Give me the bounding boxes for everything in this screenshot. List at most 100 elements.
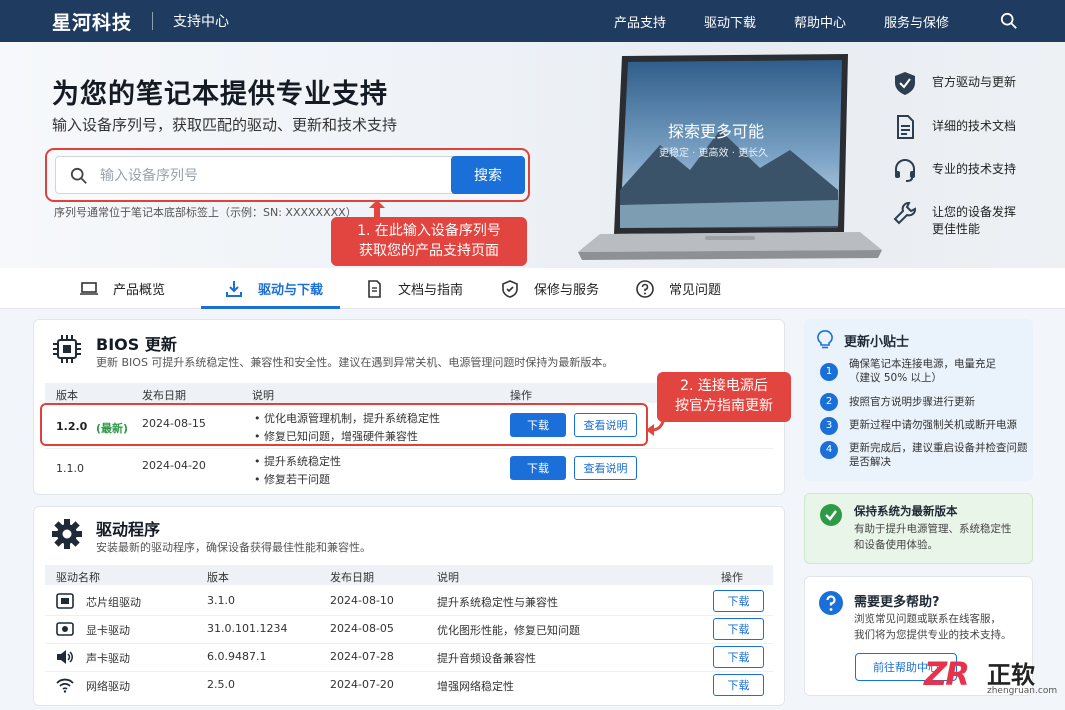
tab-label: 保修与服务 (534, 283, 600, 298)
tip-text: 按照官方说明步骤进行更新 (849, 396, 975, 408)
col-version: 版本 (207, 571, 229, 584)
bios-note-line: • 修复若干问题 (254, 473, 330, 486)
nav-driver-download[interactable]: 驱动下载 (704, 12, 756, 31)
bios-download-button[interactable]: 下载 (510, 456, 566, 480)
search-icon (70, 167, 87, 184)
tab-label: 产品概览 (113, 283, 166, 298)
tab-docs-guides[interactable]: 文档与指南 (364, 268, 463, 309)
driver-desc: 增强网络稳定性 (437, 680, 514, 693)
ok-title: 保持系统为最新版本 (854, 504, 958, 518)
serial-search-box (55, 156, 455, 194)
document-icon (897, 115, 914, 139)
driver-download-button[interactable]: 下载 (713, 674, 764, 696)
bios-title: BIOS 更新 (96, 335, 177, 354)
watermark-name: 正软 (987, 661, 1035, 689)
driver-version: 31.0.101.1234 (207, 622, 288, 635)
tip-text: 更新完成后，建议重启设备并检查问题 是否解决 (849, 441, 1039, 469)
tip-line: 是否解决 (849, 456, 891, 468)
main-nav: 产品支持 驱动下载 帮助中心 服务与保修 (614, 0, 987, 42)
tip-text: 更新过程中请勿强制关机或断开电源 (849, 419, 1017, 431)
shield-icon (502, 279, 518, 298)
tab-faq[interactable]: 常见问题 (635, 268, 721, 309)
row-divider (45, 671, 773, 672)
watermark-url: zhengruan.com (987, 686, 1058, 696)
col-driver-name: 驱动名称 (56, 571, 100, 584)
lightbulb-icon (817, 330, 833, 349)
check-circle-icon (820, 504, 842, 526)
tip-line: 更新完成后，建议重启设备并检查问题 (849, 442, 1028, 454)
nav-product-support[interactable]: 产品支持 (614, 12, 666, 31)
tip-line: 确保笔记本连接电源，电量充足 (849, 358, 996, 370)
serial-number-input[interactable] (100, 166, 440, 186)
laptop-screen-title: 探索更多可能 (668, 122, 765, 141)
row-divider (45, 448, 773, 449)
laptop-icon (80, 281, 98, 295)
stay-updated-panel: 保持系统为最新版本 有助于提升电源管理、系统稳定性 和设备使用体验。 (804, 493, 1033, 564)
bios-details-button[interactable]: 查看说明 (574, 456, 637, 480)
watermark-mark: ZR (924, 655, 970, 693)
tip-number: 3 (820, 417, 838, 435)
brand-logo[interactable]: 星河科技 (52, 8, 132, 35)
top-navigation-bar: 星河科技 支持中心 产品支持 驱动下载 帮助中心 服务与保修 (0, 0, 1065, 42)
driver-date: 2024-08-05 (330, 622, 394, 635)
hero-subtitle: 输入设备序列号，获取匹配的驱动、更新和技术支持 (52, 116, 398, 134)
tab-warranty-service[interactable]: 保修与服务 (500, 268, 599, 309)
ok-line: 和设备使用体验。 (854, 539, 938, 551)
search-button[interactable]: 搜索 (451, 156, 525, 194)
laptop-screen-subtitle: 更稳定 · 更高效 · 更长久 (659, 148, 769, 159)
search-icon[interactable] (1000, 12, 1018, 30)
gear-icon (52, 519, 82, 549)
bios-date: 2024-04-20 (142, 459, 206, 472)
driver-name: 芯片组驱动 (86, 596, 141, 609)
driver-name: 显卡驱动 (86, 624, 130, 637)
tab-drivers-downloads[interactable]: 驱动与下载 (224, 268, 323, 309)
row-divider (45, 643, 773, 644)
latest-bios-highlight (40, 403, 648, 446)
feature-label: 专业的技术支持 (932, 162, 1017, 176)
bios-description: 更新 BIOS 可提升系统稳定性、兼容性和安全性。建议在遇到异常关机、电源管理问… (96, 356, 614, 369)
feature-label: 官方驱动与更新 (932, 75, 1017, 89)
driver-download-button[interactable]: 下载 (713, 590, 764, 612)
col-date: 发布日期 (142, 389, 186, 402)
col-description: 说明 (437, 571, 459, 584)
hero-title: 为您的笔记本提供专业支持 (52, 79, 388, 110)
support-center-title[interactable]: 支持中心 (173, 11, 229, 31)
chipset-icon (56, 593, 74, 609)
driver-version: 6.0.9487.1 (207, 650, 267, 663)
col-action: 操作 (510, 389, 532, 402)
callout-2-line1: 2. 连接电源后 (680, 378, 768, 394)
nav-service-warranty[interactable]: 服务与保修 (884, 12, 949, 31)
nav-help-center[interactable]: 帮助中心 (794, 12, 846, 31)
driver-name: 网络驱动 (86, 680, 130, 693)
feature-label-line1: 让您的设备发挥 (932, 205, 1017, 219)
shield-check-icon (895, 72, 915, 95)
headset-icon (895, 159, 915, 182)
feature-label-line2: 更佳性能 (932, 222, 981, 236)
ok-line: 有助于提升电源管理、系统稳定性 (854, 523, 1012, 535)
ok-description: 有助于提升电源管理、系统稳定性 和设备使用体验。 (854, 521, 1012, 553)
speaker-icon (57, 650, 73, 664)
driver-name: 声卡驱动 (86, 652, 130, 665)
question-circle-icon (819, 591, 843, 615)
drivers-table-header: 驱动名称 版本 发布日期 说明 操作 (45, 565, 773, 585)
bios-version: 1.1.0 (56, 462, 84, 475)
driver-desc: 提升音频设备兼容性 (437, 652, 536, 665)
active-tab-indicator (201, 306, 340, 309)
chip-icon (53, 335, 81, 363)
feature-official-drivers: 官方驱动与更新 (892, 70, 1062, 96)
col-version: 版本 (56, 389, 78, 402)
driver-download-button[interactable]: 下载 (713, 646, 764, 668)
arrow-up-icon (369, 200, 385, 218)
feature-performance: 让您的设备发挥 更佳性能 (892, 200, 1062, 238)
col-action: 操作 (721, 571, 743, 584)
tab-product-overview[interactable]: 产品概览 (79, 268, 165, 309)
download-icon (226, 280, 242, 297)
driver-date: 2024-07-28 (330, 650, 394, 663)
row-divider (45, 615, 773, 616)
help-description: 浏览常见问题或联系在线客服， 我们将为您提供专业的技术支持。 (854, 611, 1012, 643)
callout-1-line2: 获取您的产品支持页面 (359, 243, 499, 259)
wrench-icon (893, 202, 916, 225)
document-icon (368, 279, 381, 298)
driver-download-button[interactable]: 下载 (713, 618, 764, 640)
hero-banner: 为您的笔记本提供专业支持 输入设备序列号，获取匹配的驱动、更新和技术支持 搜索 … (0, 42, 1065, 268)
